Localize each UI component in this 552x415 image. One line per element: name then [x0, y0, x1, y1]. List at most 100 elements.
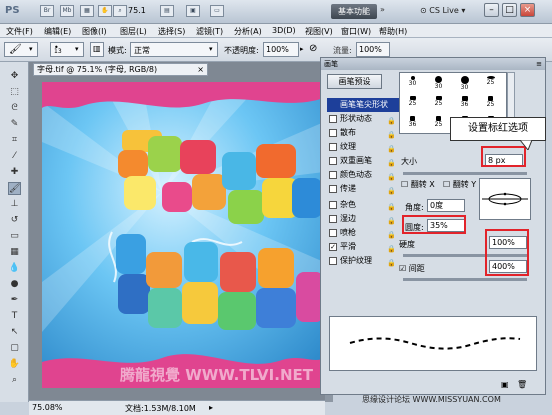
checkbox[interactable]	[329, 157, 337, 165]
brush-tip[interactable]: 25	[428, 94, 449, 114]
checkbox[interactable]	[329, 257, 337, 265]
restore-icon[interactable]: □	[502, 3, 517, 17]
history-brush-tool-icon[interactable]: ↺	[8, 214, 21, 227]
checkbox[interactable]	[329, 185, 337, 193]
close-icon[interactable]: ×	[520, 3, 535, 17]
tool-preset-picker[interactable]: 🖌 ▾	[4, 42, 38, 57]
eyedropper-tool-icon[interactable]: ⁄	[8, 150, 21, 163]
status-menu-icon[interactable]: ▸	[209, 403, 213, 412]
option-dual-brush[interactable]: 双重画笔 🔒	[327, 154, 401, 168]
brush-panel-toggle-icon[interactable]: ▥	[90, 42, 104, 57]
brush-tip[interactable]: 25	[402, 94, 423, 114]
bridge-icon[interactable]: Br	[40, 5, 54, 17]
spacing-checkbox[interactable]: ☑ 间距	[399, 263, 425, 274]
menu-edit[interactable]: 编辑(E)	[44, 26, 71, 37]
document-tab[interactable]: 字母.tif @ 75.1% (字母, RGB/8) ×	[33, 63, 208, 76]
option-protect-texture[interactable]: 保护纹理 🔒	[327, 254, 401, 268]
grid-icon[interactable]: ▦	[80, 5, 94, 17]
option-wet-edges[interactable]: 湿边 🔒	[327, 212, 401, 226]
menu-analysis[interactable]: 分析(A)	[234, 26, 262, 37]
eraser-tool-icon[interactable]: ▭	[8, 230, 21, 243]
brush-tip[interactable]: 30	[454, 74, 475, 94]
menu-help[interactable]: 帮助(H)	[379, 26, 407, 37]
opacity-input[interactable]: 100%	[263, 42, 299, 57]
brush-tip[interactable]: 30	[402, 74, 423, 94]
brush-tip[interactable]: 36	[454, 94, 475, 114]
option-texture[interactable]: 纹理 🔒	[327, 140, 401, 154]
marquee-tool-icon[interactable]: ⬚	[8, 86, 21, 99]
menu-filter[interactable]: 滤镜(T)	[196, 26, 223, 37]
clone-stamp-tool-icon[interactable]: ⊥	[8, 198, 21, 211]
dodge-tool-icon[interactable]: ●	[8, 278, 21, 291]
new-brush-icon[interactable]: ▣	[501, 380, 509, 389]
menu-image[interactable]: 图像(I)	[82, 26, 107, 37]
opacity-dropdown-icon[interactable]: ▸	[300, 45, 304, 53]
checkbox[interactable]	[329, 229, 337, 237]
workspace-menu-icon[interactable]: »	[380, 5, 385, 14]
menu-layer[interactable]: 图层(L)	[120, 26, 147, 37]
flip-x-checkbox[interactable]: ☐ 翻转 X	[401, 179, 435, 190]
close-icon[interactable]: ×	[197, 64, 204, 75]
brush-tip[interactable]: 25	[428, 114, 449, 134]
option-color-dynamics[interactable]: 颜色动态 🔒	[327, 168, 401, 182]
brush-tip[interactable]: 25	[480, 74, 501, 94]
move-tool-icon[interactable]: ✥	[8, 70, 21, 83]
option-smoothing[interactable]: ✓ 平滑 🔒	[327, 240, 401, 254]
shape-tool-icon[interactable]: ▢	[8, 342, 21, 355]
brush-angle-preview[interactable]	[479, 178, 531, 220]
menu-view[interactable]: 视图(V)	[305, 26, 333, 37]
flip-y-checkbox[interactable]: ☐ 翻转 Y	[443, 179, 476, 190]
option-brush-tip-shape[interactable]: 画笔笔尖形状	[327, 98, 401, 112]
zoom-status[interactable]: 75.08%	[32, 403, 63, 412]
zoom-level[interactable]: 75.1	[128, 6, 146, 15]
size-slider[interactable]	[403, 172, 527, 175]
workspace-button[interactable]: 基本功能	[331, 4, 377, 19]
zoom-tool-icon[interactable]: ⌕	[8, 374, 21, 387]
panel-menu-icon[interactable]: ≡	[536, 58, 542, 70]
pressure-opacity-icon[interactable]: ⊘	[309, 43, 317, 54]
blur-tool-icon[interactable]: 💧	[8, 262, 21, 275]
brush-tip[interactable]: 30	[428, 74, 449, 94]
extras-icon[interactable]: ▭	[210, 5, 224, 17]
checkbox[interactable]	[329, 201, 337, 209]
menu-select[interactable]: 选择(S)	[158, 26, 185, 37]
hand-tool-icon[interactable]: ✋	[8, 358, 21, 371]
document-status[interactable]: 文档:1.53M/8.10M	[125, 403, 196, 414]
checkbox[interactable]	[329, 129, 337, 137]
option-scattering[interactable]: 散布 🔒	[327, 126, 401, 140]
option-transfer[interactable]: 传递 🔒	[327, 182, 401, 196]
option-airbrush[interactable]: 喷枪 🔒	[327, 226, 401, 240]
checkbox[interactable]	[329, 171, 337, 179]
spacing-slider[interactable]	[403, 278, 527, 281]
canvas[interactable]: 腾龍視覺 WWW.TLVI.NET	[42, 82, 324, 388]
flow-input[interactable]: 100%	[356, 42, 390, 57]
gradient-tool-icon[interactable]: ▦	[8, 246, 21, 259]
mini-bridge-icon[interactable]: Mb	[60, 5, 74, 17]
path-select-tool-icon[interactable]: ↖	[8, 326, 21, 339]
mode-select[interactable]: 正常 ▾	[130, 42, 218, 57]
brush-tip[interactable]: 25	[480, 94, 501, 114]
minimize-icon[interactable]: –	[484, 3, 499, 17]
checkbox[interactable]	[329, 143, 337, 151]
menu-3d[interactable]: 3D(D)	[272, 26, 296, 35]
brush-tool-icon[interactable]: 🖌	[8, 182, 21, 195]
checkbox[interactable]	[329, 115, 337, 123]
lock-icon[interactable]: 🔒	[387, 184, 396, 198]
delete-icon[interactable]: 🗑	[517, 380, 527, 389]
angle-input[interactable]: 0度	[427, 199, 465, 212]
pen-tool-icon[interactable]: ✒	[8, 294, 21, 307]
crop-tool-icon[interactable]: ⌗	[8, 134, 21, 147]
healing-tool-icon[interactable]: ✚	[8, 166, 21, 179]
screen-mode-icon[interactable]: ▣	[186, 5, 200, 17]
option-shape-dynamics[interactable]: 形状动态 🔒	[327, 112, 401, 126]
cs-live-button[interactable]: ⊙ CS Live ▾	[420, 6, 465, 15]
checkbox[interactable]: ✓	[329, 243, 337, 251]
brush-preset-picker[interactable]: • 13 ▾	[50, 42, 84, 57]
lock-icon[interactable]: 🔒	[387, 256, 396, 270]
lasso-tool-icon[interactable]: ᘓ	[8, 102, 21, 115]
option-noise[interactable]: 杂色 🔒	[327, 198, 401, 212]
menu-window[interactable]: 窗口(W)	[341, 26, 371, 37]
brush-tip[interactable]: 36	[402, 114, 423, 134]
zoom-icon[interactable]: ⌕	[113, 5, 127, 17]
brush-panel-header[interactable]: 画笔 ≡	[321, 58, 545, 70]
